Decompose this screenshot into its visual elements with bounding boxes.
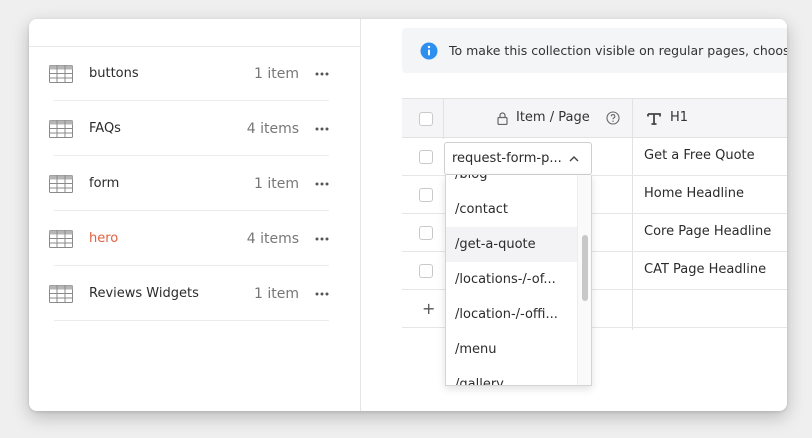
collection-item-hero[interactable]: hero 4 items	[49, 211, 329, 266]
help-icon[interactable]	[606, 111, 620, 125]
row-checkbox[interactable]	[419, 188, 433, 202]
add-row-button[interactable]: +	[422, 299, 435, 318]
dropdown-option[interactable]: /menu	[446, 332, 577, 367]
dropdown-option[interactable]: /locations-/-of...	[446, 262, 577, 297]
collections-sidebar: buttons 1 item FAQs 4 items form 1 item …	[29, 19, 361, 411]
column-separator	[443, 99, 444, 139]
info-icon	[420, 42, 438, 59]
more-options-icon[interactable]	[315, 72, 329, 76]
item-page-header[interactable]: Item / Page	[516, 110, 590, 125]
dropdown-option[interactable]: /gallery	[446, 367, 577, 385]
table-icon	[49, 174, 73, 193]
dropdown-option[interactable]: /blog	[446, 175, 577, 192]
page-dropdown: /blog /contact /get-a-quote /locations-/…	[445, 175, 592, 386]
row-checkbox[interactable]	[419, 264, 433, 278]
dropdown-option[interactable]: /location-/-offi...	[446, 297, 577, 332]
more-options-icon[interactable]	[315, 127, 329, 131]
table-icon	[49, 64, 73, 83]
row-divider	[54, 320, 329, 321]
scrollbar-thumb[interactable]	[582, 235, 588, 301]
collection-name: form	[89, 176, 120, 191]
collection-item-buttons[interactable]: buttons 1 item	[49, 46, 329, 101]
collection-name: FAQs	[89, 121, 121, 136]
collection-name: buttons	[89, 66, 139, 81]
collection-content: To make this collection visible on regul…	[362, 19, 787, 411]
row-checkbox[interactable]	[419, 150, 433, 164]
h1-cell[interactable]: CAT Page Headline	[644, 262, 766, 277]
chevron-up-icon[interactable]	[569, 155, 579, 162]
collection-count: 1 item	[254, 175, 299, 192]
collection-item-faqs[interactable]: FAQs 4 items	[49, 101, 329, 156]
dropdown-scrollbar[interactable]	[577, 175, 591, 385]
h1-header[interactable]: H1	[670, 110, 688, 125]
grid-header: Item / Page H1	[402, 98, 787, 139]
table-icon	[49, 119, 73, 138]
page-select-value: request-form-p...	[452, 151, 562, 166]
text-type-icon	[647, 113, 661, 125]
table-icon	[49, 284, 73, 303]
collection-count: 1 item	[254, 65, 299, 82]
page-select[interactable]: request-form-p...	[444, 142, 592, 175]
app-window: buttons 1 item FAQs 4 items form 1 item …	[29, 19, 787, 411]
more-options-icon[interactable]	[315, 237, 329, 241]
collection-name: hero	[89, 231, 119, 246]
collection-count: 1 item	[254, 285, 299, 302]
select-all-checkbox[interactable]	[419, 112, 433, 126]
collection-item-form[interactable]: form 1 item	[49, 156, 329, 211]
h1-cell[interactable]: Core Page Headline	[644, 224, 771, 239]
h1-cell[interactable]: Get a Free Quote	[644, 148, 755, 163]
dropdown-option[interactable]: /contact	[446, 192, 577, 227]
collection-count: 4 items	[246, 230, 299, 247]
collection-name: Reviews Widgets	[89, 286, 199, 301]
more-options-icon[interactable]	[315, 292, 329, 296]
collection-item-reviews-widgets[interactable]: Reviews Widgets 1 item	[49, 266, 329, 321]
dropdown-option[interactable]: /get-a-quote	[446, 227, 577, 262]
banner-text: To make this collection visible on regul…	[449, 43, 787, 58]
lock-icon	[497, 112, 508, 125]
info-banner: To make this collection visible on regul…	[402, 28, 787, 73]
table-icon	[49, 229, 73, 248]
column-separator	[632, 99, 633, 139]
h1-cell[interactable]: Home Headline	[644, 186, 744, 201]
more-options-icon[interactable]	[315, 182, 329, 186]
collection-count: 4 items	[246, 120, 299, 137]
row-checkbox[interactable]	[419, 226, 433, 240]
